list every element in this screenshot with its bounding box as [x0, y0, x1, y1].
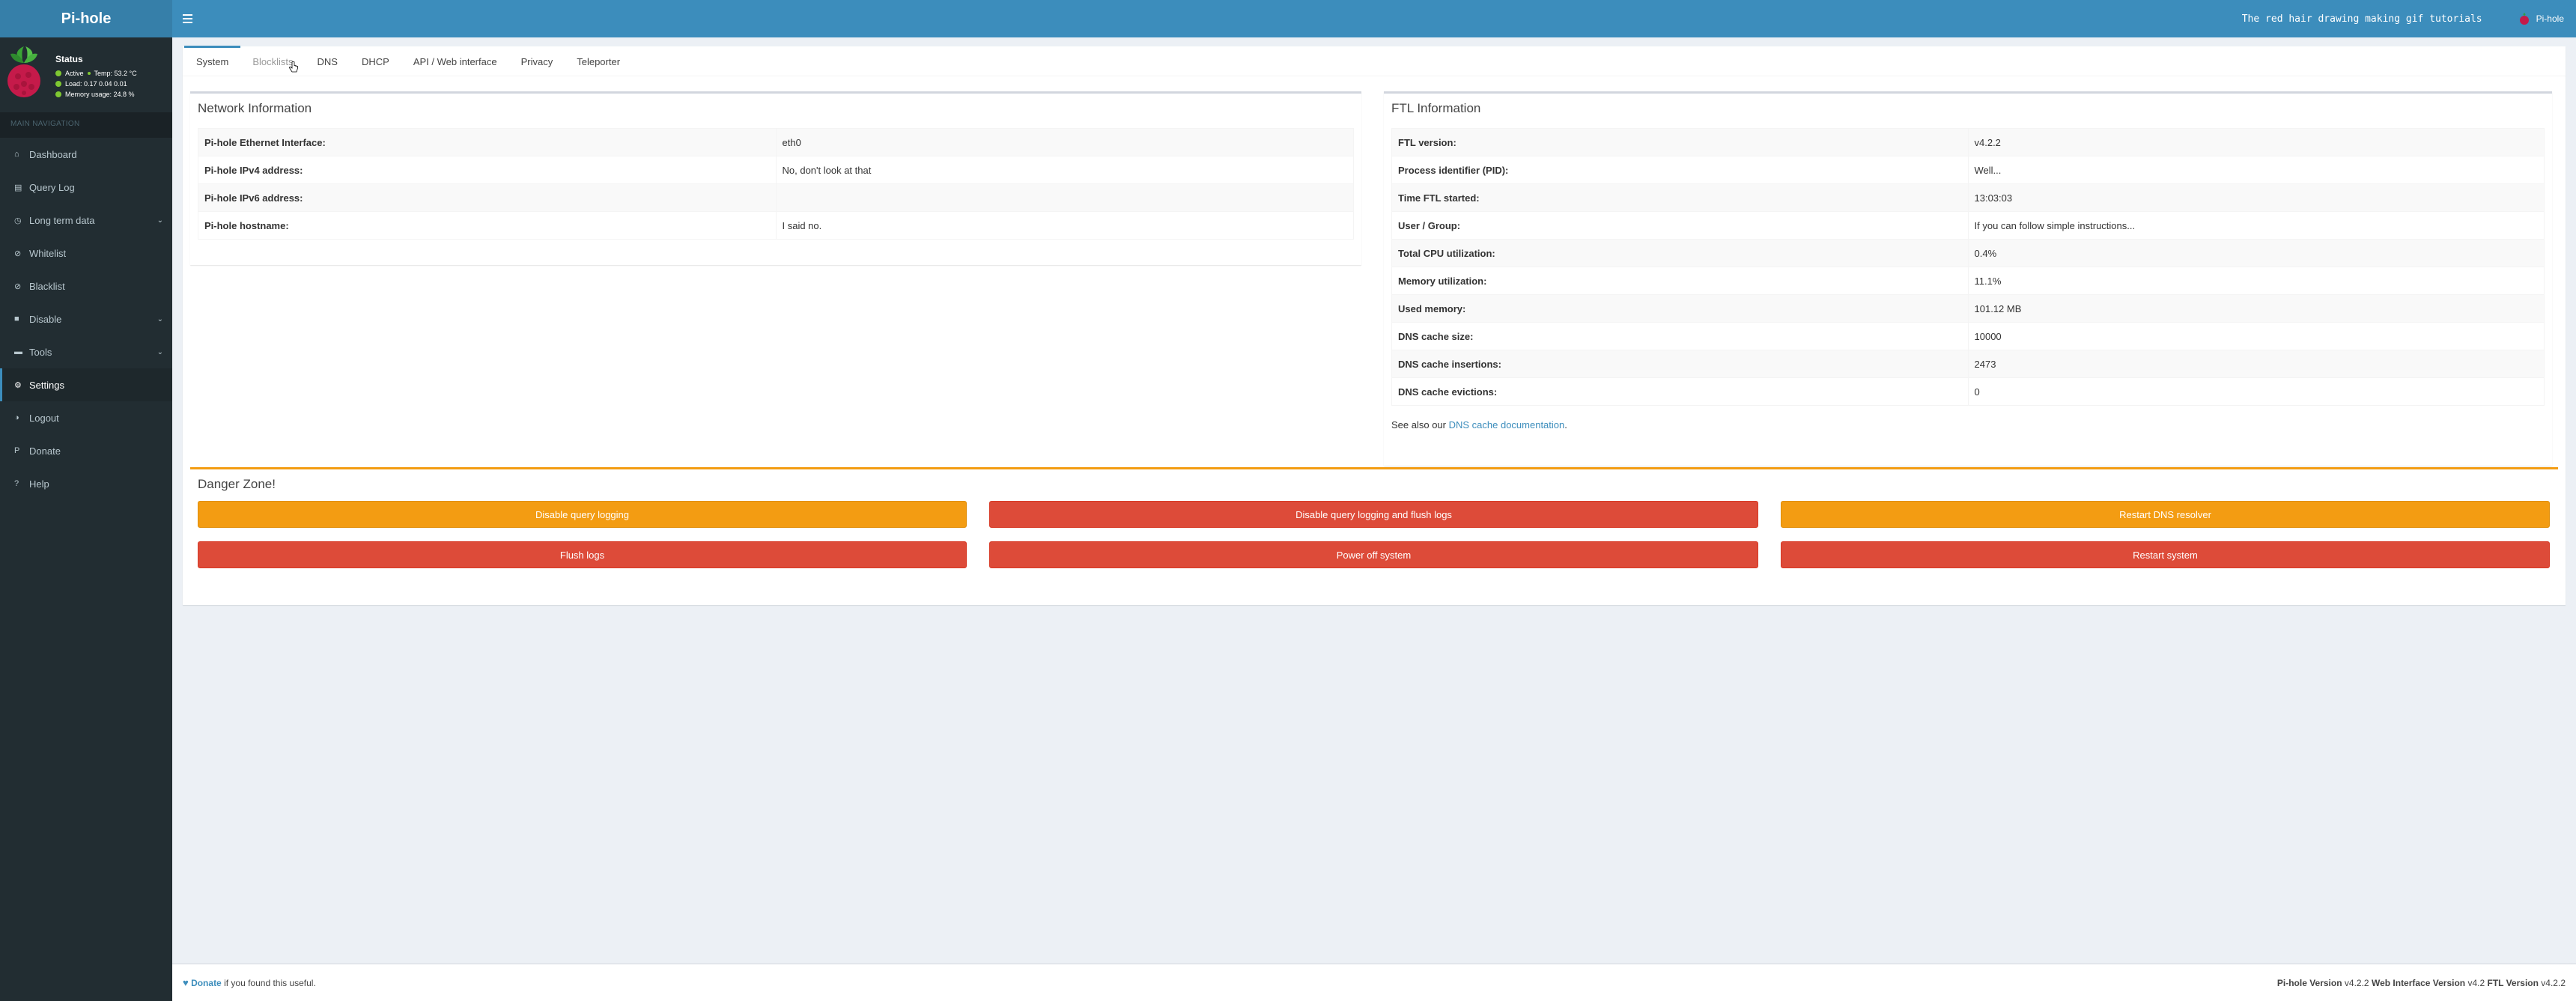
navbar: The red hair drawing making gif tutorial… [172, 0, 2576, 37]
dns-cache-documentation-link[interactable]: DNS cache documentation [1449, 419, 1565, 430]
table-row: Used memory: 101.12 MB [1391, 294, 2545, 323]
danger-zone-box: Danger Zone! Disable query logging Disab… [190, 467, 2558, 599]
clock-icon: ◷ [14, 216, 22, 225]
network-information-title: Network Information [198, 101, 312, 115]
sidebar-item-disable[interactable]: ■ Disable ⌄ [0, 302, 172, 335]
settings-tabs: System Blocklists DNS DHCP API / Web int… [183, 46, 2566, 605]
tab-api-web-interface[interactable]: API / Web interface [401, 46, 509, 76]
sidebar-item-blacklist[interactable]: ⊘ Blacklist [0, 270, 172, 302]
ftl-information-box: FTL Information FTL version: v4.2.2 Proce… [1384, 91, 2552, 466]
footer: ♥ Donate if you found this useful. Pi-ho… [172, 964, 2576, 1001]
table-row: Pi-hole Ethernet Interface: eth0 [198, 128, 1354, 156]
cogs-icon: ⚙ [14, 380, 22, 390]
temp-dot-icon [87, 72, 91, 75]
sidebar-item-logout[interactable]: ◑ Logout [0, 401, 172, 434]
table-row: DNS cache size: 10000 [1391, 322, 2545, 350]
main-navigation-header: MAIN NAVIGATION [0, 112, 172, 138]
table-row: Memory utilization: 11.1% [1391, 267, 2545, 295]
file-icon: ▤ [14, 183, 22, 192]
network-table: Pi-hole Ethernet Interface: eth0 Pi-hole … [198, 128, 1354, 240]
ban-icon: ⊘ [14, 282, 22, 291]
user-menu[interactable]: Pi-hole [2506, 0, 2576, 37]
table-row: Time FTL started: 13:03:03 [1391, 183, 2545, 212]
paypal-icon: P [14, 446, 20, 455]
table-row: Pi-hole hostname: I said no. [198, 211, 1354, 240]
table-row: Total CPU utilization: 0.4% [1391, 239, 2545, 267]
home-icon: ⌂ [14, 150, 19, 159]
table-row: FTL version: v4.2.2 [1391, 128, 2545, 156]
chevron-down-icon: ⌄ [157, 347, 163, 356]
pihole-logo-icon [7, 46, 40, 97]
sidebar-toggle-icon[interactable] [183, 10, 199, 27]
load-dot-icon [55, 81, 61, 87]
check-circle-icon: ⊘ [14, 249, 22, 258]
status-title: Status [55, 54, 83, 64]
sidebar-item-whitelist[interactable]: ⊘ Whitelist [0, 237, 172, 270]
sidebar-item-query-log[interactable]: ▤ Query Log [0, 171, 172, 204]
sidebar-item-help[interactable]: ? Help [0, 467, 172, 500]
sidebar-item-donate[interactable]: P Donate [0, 434, 172, 467]
chevron-down-icon: ⌄ [157, 216, 163, 225]
folder-icon: ▬ [14, 347, 22, 356]
status-active: Active Temp: 53.2 °C [55, 68, 137, 79]
disable-query-logging-button[interactable]: Disable query logging [198, 501, 967, 528]
tab-privacy[interactable]: Privacy [509, 46, 565, 76]
tab-dns[interactable]: DNS [306, 46, 350, 76]
chevron-down-icon: ⌄ [157, 314, 163, 323]
footer-donate: ♥ Donate if you found this useful. [183, 977, 316, 988]
status-load: Load: 0.17 0.04 0.01 [55, 79, 137, 89]
table-row: DNS cache insertions: 2473 [1391, 350, 2545, 378]
restart-dns-resolver-button[interactable]: Restart DNS resolver [1781, 501, 2550, 528]
table-row: Pi-hole IPv4 address: No, don't look at t… [198, 156, 1354, 184]
stop-icon: ■ [14, 314, 19, 323]
sidebar-item-tools[interactable]: ▬ Tools ⌄ [0, 335, 172, 368]
status-block: Status Active Temp: 53.2 °C Load: 0.17 0… [55, 43, 137, 112]
network-information-box: Network Information Pi-hole Ethernet Int… [190, 91, 1361, 265]
header: Pi-hole The red hair drawing making gif … [0, 0, 2576, 37]
user-label: Pi-hole [2536, 13, 2564, 24]
sidebar: Status Active Temp: 53.2 °C Load: 0.17 0… [0, 37, 172, 1001]
tab-teleporter[interactable]: Teleporter [565, 46, 632, 76]
tab-system[interactable]: System [184, 46, 241, 76]
danger-zone-title: Danger Zone! [198, 477, 276, 491]
tab-dhcp[interactable]: DHCP [350, 46, 401, 76]
footer-versions: Pi-hole Version v4.2.2 Web Interface Ver… [2276, 977, 2566, 988]
sidebar-item-dashboard[interactable]: ⌂ Dashboard [0, 138, 172, 171]
pihole-logo-icon [2519, 13, 2529, 25]
heart-icon: ♥ [183, 977, 189, 988]
logo[interactable]: Pi-hole [0, 0, 172, 37]
question-circle-icon: ? [14, 479, 19, 488]
memory-dot-icon [55, 91, 61, 97]
info-row: Network Information Pi-hole Ethernet Int… [183, 91, 2566, 466]
table-row: Pi-hole IPv6 address: [198, 183, 1354, 212]
sidebar-item-settings[interactable]: ⚙ Settings [0, 368, 172, 401]
table-row: User / Group: If you can follow simple in… [1391, 211, 2545, 240]
content: System Blocklists DNS DHCP API / Web int… [172, 37, 2576, 964]
user-times-icon: ◑ [14, 413, 19, 422]
table-row: DNS cache evictions: 0 [1391, 377, 2545, 406]
user-panel: Status Active Temp: 53.2 °C Load: 0.17 0… [0, 37, 172, 112]
table-row: Process identifier (PID): Well... [1391, 156, 2545, 184]
donate-link[interactable]: Donate [191, 978, 222, 988]
tab-strip: System Blocklists DNS DHCP API / Web int… [183, 46, 2566, 76]
flush-logs-button[interactable]: Flush logs [198, 541, 967, 568]
hostname-text: The red hair drawing making gif tutorial… [2241, 13, 2482, 25]
hand-cursor-icon [289, 61, 298, 73]
power-off-system-button[interactable]: Power off system [989, 541, 1758, 568]
ftl-table: FTL version: v4.2.2 Process identifier (P… [1391, 128, 2545, 406]
status-dot-icon [55, 70, 61, 76]
danger-buttons: Disable query logging Disable query logg… [190, 498, 2558, 568]
status-memory: Memory usage: 24.8 % [55, 89, 137, 100]
nav-right: The red hair drawing making gif tutorial… [2242, 0, 2576, 37]
restart-system-button[interactable]: Restart system [1781, 541, 2550, 568]
see-also-text: See also our DNS cache documentation. [1391, 419, 1567, 430]
ftl-information-title: FTL Information [1391, 101, 1481, 115]
sidebar-item-long-term-data[interactable]: ◷ Long term data ⌄ [0, 204, 172, 237]
disable-query-logging-and-flush-button[interactable]: Disable query logging and flush logs [989, 501, 1758, 528]
